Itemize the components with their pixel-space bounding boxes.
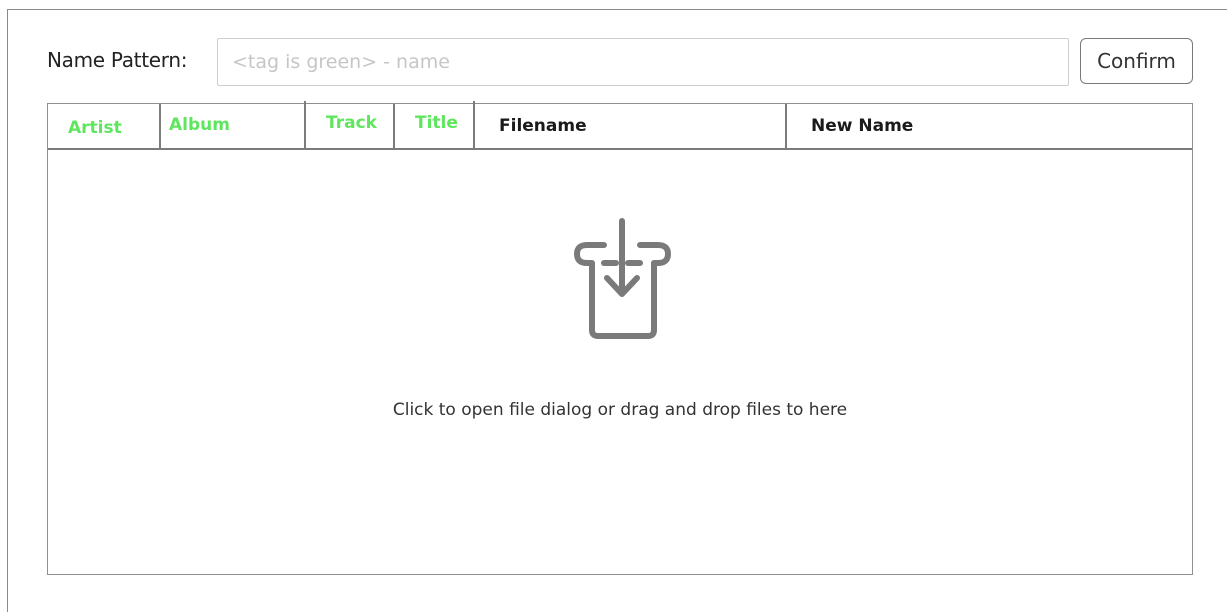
file-table: Artist Album Track Title Filename New Na… <box>47 101 1193 575</box>
column-header-artist[interactable]: Artist <box>48 104 160 148</box>
column-header-title[interactable]: Title <box>395 104 473 148</box>
column-header-track-label: Track <box>326 113 377 133</box>
file-drop-zone[interactable]: Click to open file dialog or drag and dr… <box>48 150 1192 574</box>
column-header-album-label: Album <box>169 115 230 135</box>
column-header-artist-label: Artist <box>68 118 122 138</box>
column-header-filename-label: Filename <box>499 116 587 136</box>
inbox-download-icon <box>574 218 671 339</box>
column-header-title-label: Title <box>415 113 458 133</box>
column-header-album[interactable]: Album <box>161 104 304 148</box>
column-header-new-name-label: New Name <box>811 116 914 136</box>
column-header-filename[interactable]: Filename <box>475 104 785 148</box>
confirm-button[interactable]: Confirm <box>1080 38 1193 84</box>
name-pattern-toolbar: Name Pattern: Confirm <box>47 38 1193 86</box>
table-header: Artist Album Track Title Filename New Na… <box>48 101 1192 150</box>
drop-zone-message: Click to open file dialog or drag and dr… <box>392 400 848 420</box>
column-header-new-name[interactable]: New Name <box>787 104 1192 148</box>
column-header-track[interactable]: Track <box>306 104 393 148</box>
name-pattern-label: Name Pattern: <box>47 48 188 72</box>
name-pattern-input[interactable] <box>217 38 1069 86</box>
